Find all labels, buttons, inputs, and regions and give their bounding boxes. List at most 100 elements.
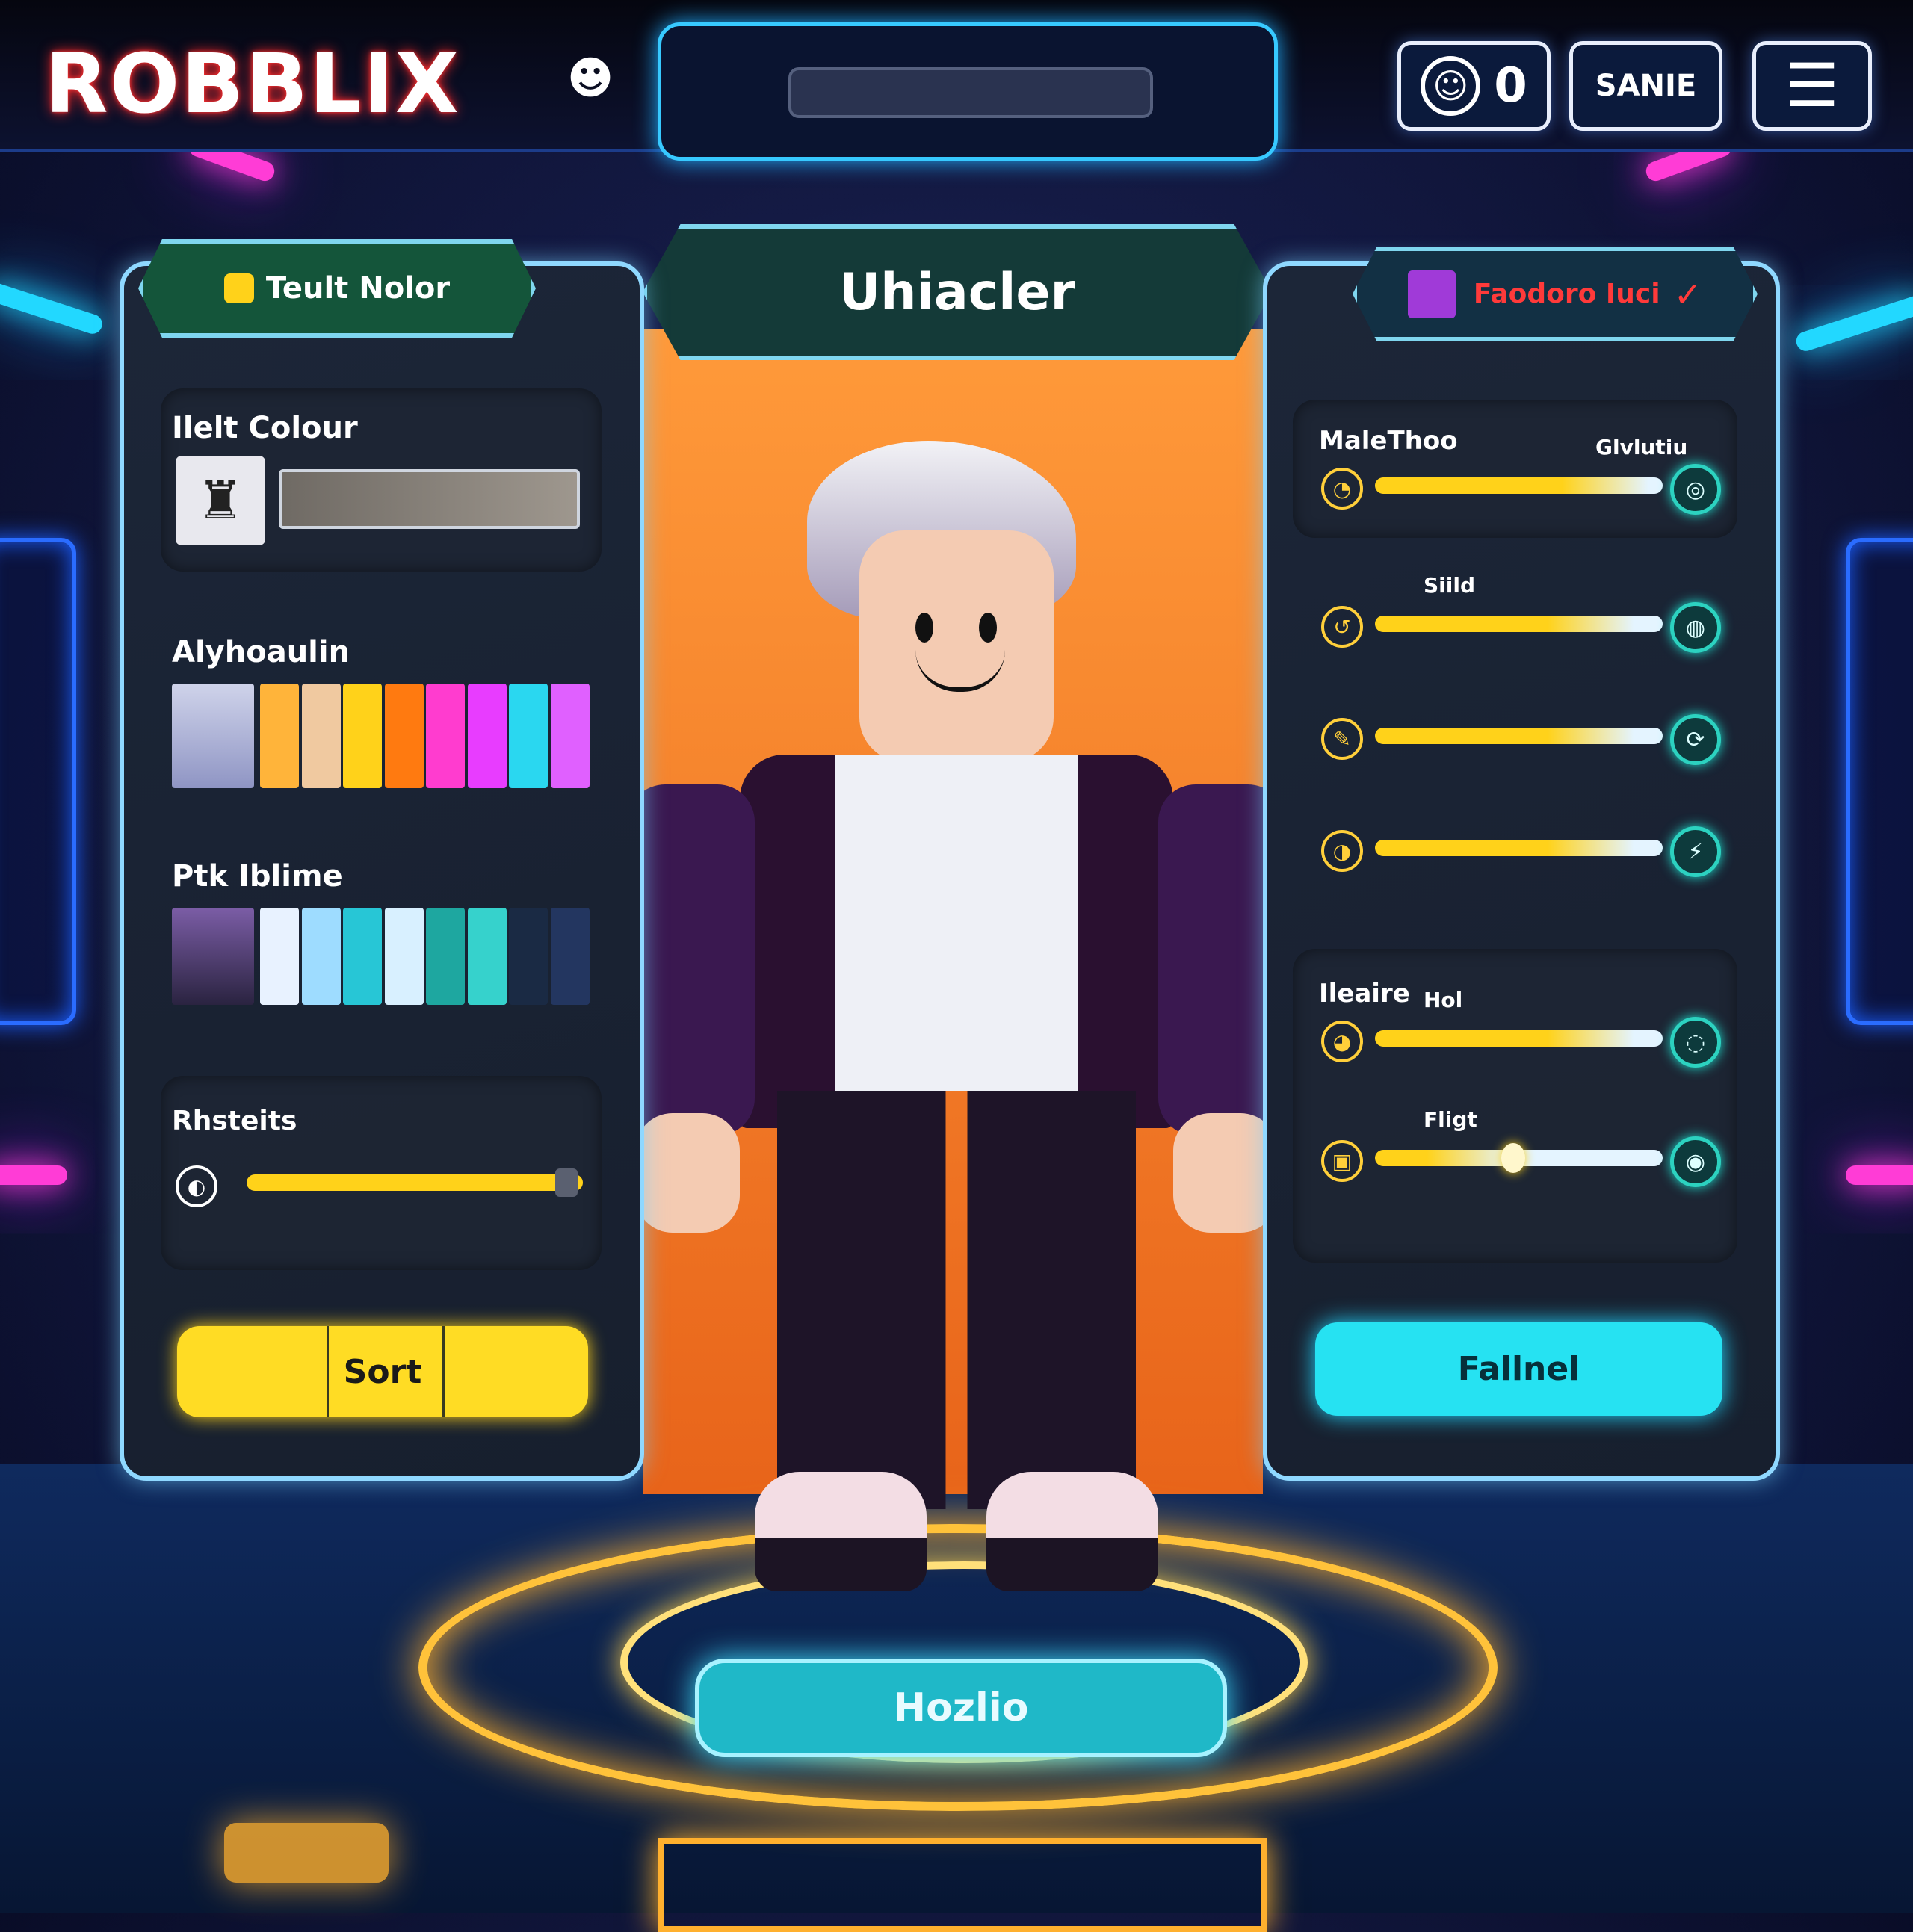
avatar-icon[interactable]: ☻ [564,52,616,105]
logo: ROBBLIX [45,36,460,131]
center-title-tab: Uhiacler [643,224,1272,360]
character-eye [915,613,933,643]
left-tab-label: Teult Nolor [265,271,451,306]
color-swatch[interactable] [467,684,507,788]
check-icon: ✓ [1673,273,1703,315]
color-swatch[interactable] [509,908,548,1005]
slider-icon: ◑ [1321,830,1363,872]
left-panel-tab[interactable]: Teult Nolor [138,239,536,338]
slider-label: MaleThoo [1319,426,1458,456]
slider-label: Ileaire [1319,979,1410,1009]
coins-button[interactable]: ☺ 0 [1397,41,1551,131]
color-swatch[interactable] [509,684,548,788]
slider-end-button[interactable]: ◉ [1670,1136,1721,1187]
right-slider-top-section [1293,400,1737,538]
sort-button-label: Sort [343,1352,422,1391]
neon-strip [0,280,105,337]
slider-sublabel: Siild [1424,573,1476,598]
neon-strip [1846,1165,1913,1185]
slider-icon: ◔ [1321,468,1363,510]
slider-track[interactable] [1375,840,1663,856]
slider-sublabel: Fligt [1424,1107,1477,1132]
character-hand [1173,1113,1278,1233]
swatch-row1-label: Alyhoaulin [172,635,350,669]
wall-panel [1846,538,1913,1025]
swatch-row1-preview [172,684,254,788]
save-button[interactable]: SANIE [1569,41,1722,131]
left-slider-icon: ◐ [176,1165,217,1207]
color-swatch[interactable] [426,908,465,1005]
color-swatch[interactable] [550,684,590,788]
color-swatch[interactable] [301,684,341,788]
menu-button[interactable]: ☰ [1752,41,1872,131]
left-slider-label: Rhsteits [172,1106,297,1136]
slider-end-button[interactable]: ◎ [1670,464,1721,515]
color-swatch[interactable] [343,908,382,1005]
color-swatch[interactable] [426,684,465,788]
character-jacket [740,755,1173,1128]
hair-preview-icon: ♜ [176,456,265,545]
character-shoe [986,1472,1158,1591]
slider-icon: ✎ [1321,718,1363,760]
character-avatar [628,441,1285,1674]
neon-strip [1793,293,1913,354]
sort-button-divider [442,1326,445,1417]
finish-button-label: Fallnel [1457,1350,1580,1388]
character-head [859,530,1054,762]
top-console [658,22,1278,161]
character-eye [979,613,997,643]
coins-value: 0 [1494,58,1527,114]
slider-handle[interactable] [1501,1143,1525,1173]
wall-panel [0,538,76,1025]
color-swatch[interactable] [343,684,382,788]
top-bar: ROBBLIX ☻ ☺ 0 SANIE ☰ [0,0,1913,161]
slider-icon: ▣ [1321,1140,1363,1182]
slider-track[interactable] [1375,477,1663,494]
left-slider-handle[interactable] [554,1168,578,1197]
hair-color-label: Ilelt Colour [172,411,358,445]
slider-sublabel: Hol [1424,988,1463,1012]
swatch-row2-preview [172,908,254,1005]
right-panel-tab[interactable]: Faodoro Iuci ✓ [1353,247,1758,341]
color-swatch[interactable] [467,908,507,1005]
right-tab-label: Faodoro Iuci [1473,279,1660,309]
left-slider-section [161,1076,602,1270]
slider-sublabel: Glvlutiu [1595,435,1688,459]
swatch-row2-label: Ptk Iblime [172,859,343,894]
character-shoe [755,1472,927,1591]
slider-track[interactable] [1375,1030,1663,1047]
color-swatch[interactable] [301,908,341,1005]
slider-end-button[interactable]: ⟳ [1670,714,1721,765]
color-swatch[interactable] [384,684,424,788]
character-hand [635,1113,740,1233]
slider-end-button[interactable]: ◍ [1670,602,1721,653]
color-swatch[interactable] [260,908,299,1005]
sort-button[interactable]: Sort [177,1326,588,1417]
slider-end-button[interactable]: ◌ [1670,1017,1721,1068]
left-slider-track[interactable] [247,1174,583,1191]
floor-light [658,1838,1267,1932]
character-arm [628,784,755,1136]
tab-icon [223,273,254,303]
tab-icon [1407,270,1456,318]
coin-icon: ☺ [1421,56,1481,116]
slider-track[interactable] [1375,616,1663,632]
menu-icon: ☰ [1785,51,1839,120]
character-legs [777,1091,1136,1509]
slider-icon: ◕ [1321,1021,1363,1062]
finish-button[interactable]: Fallnel [1315,1322,1722,1416]
floor-light [224,1823,389,1883]
save-label: SANIE [1595,69,1697,103]
console-slot [788,67,1153,118]
slider-track[interactable] [1375,728,1663,744]
slider-end-button[interactable]: ⚡ [1670,826,1721,877]
slider-icon: ↺ [1321,606,1363,648]
center-title: Uhiacler [838,262,1076,322]
sort-button-divider [327,1326,329,1417]
neon-strip [0,1165,67,1185]
color-swatch[interactable] [384,908,424,1005]
platform-label: Hozlio [893,1685,1029,1730]
color-swatch[interactable] [550,908,590,1005]
color-swatch[interactable] [260,684,299,788]
hair-color-field[interactable] [279,469,580,529]
